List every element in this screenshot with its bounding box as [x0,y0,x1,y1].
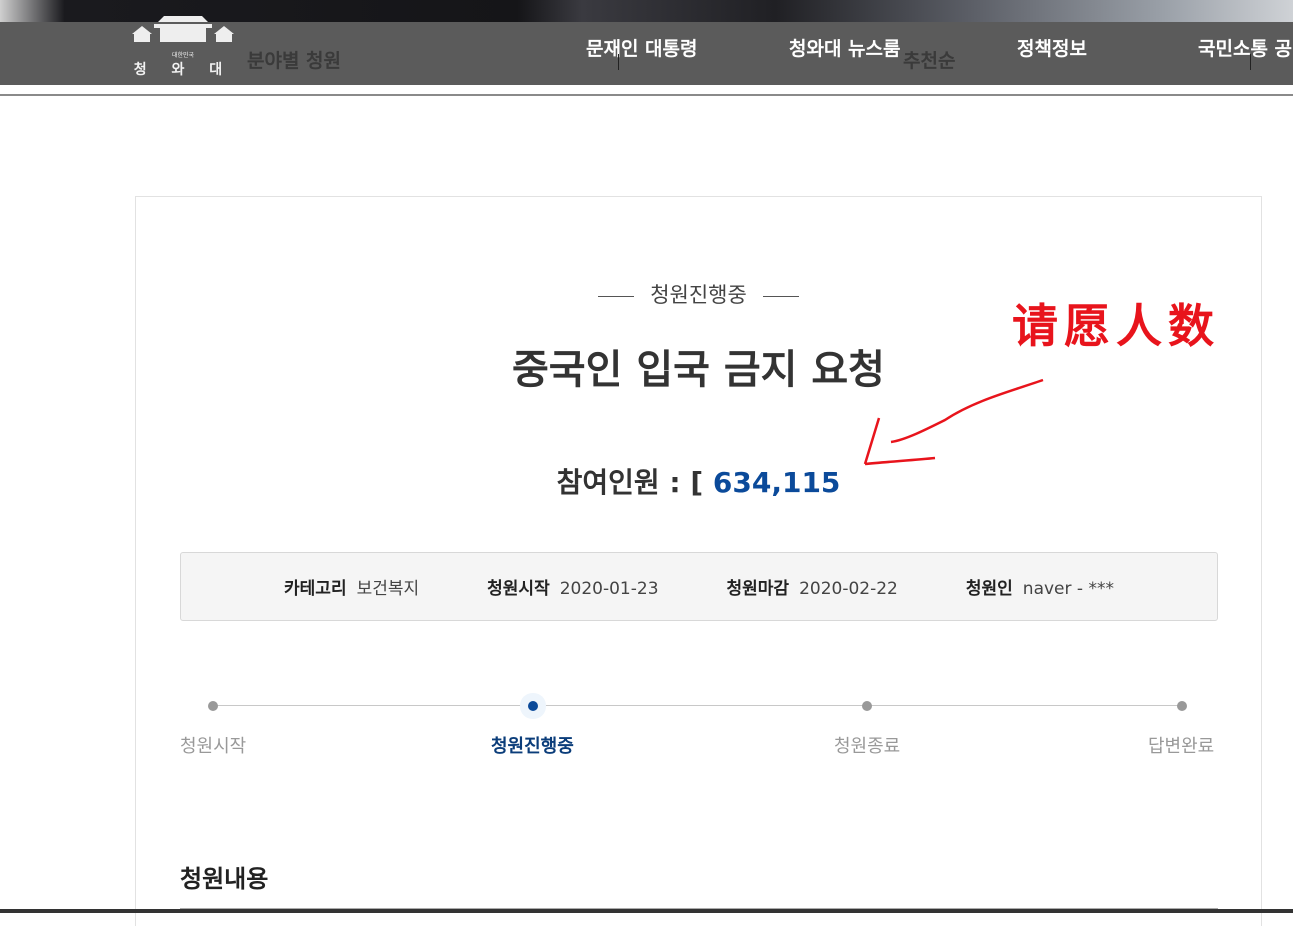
info-value: 2020-02-22 [799,579,898,599]
progress-track [213,705,1184,706]
divider [618,54,619,70]
step-dot-active [528,701,538,711]
info-value: 2020-01-23 [559,579,659,599]
annotation-arrow-icon [863,378,1044,466]
info-petitioner: 청원인 naver - *** [966,574,1114,599]
info-category: 카테고리 보건복지 [284,574,419,599]
info-value: naver - *** [1022,579,1114,599]
step-label: 청원시작 [180,736,247,757]
petition-info-box: 카테고리 보건복지 청원시작 2020-01-23 청원마감 2020-02-22 청… [180,552,1218,621]
info-end: 청원마감 2020-02-22 [727,574,898,599]
info-label: 청원시작 [487,579,550,599]
step-dot [862,701,872,711]
menu-newsroom[interactable]: 청와대 뉴스룸 [789,34,901,61]
info-label: 카테고리 [284,579,347,599]
content-heading: 청원내용 [180,865,269,893]
progress-steps: 청원시작 청원진행중 청원종료 답변완료 [180,697,1218,767]
step-dot [208,701,218,711]
subnav-sort[interactable]: 추천순 [903,46,955,73]
step-label: 답변완료 [1148,736,1215,757]
annotation-text: 请愿人数 [1012,299,1220,353]
menu-policy[interactable]: 정책정보 [1017,34,1087,61]
bottom-bar [0,909,1293,913]
step-label-active: 청원진행중 [491,736,574,757]
menu-president[interactable]: 문재인 대통령 [586,34,698,61]
cheongwadae-logo[interactable]: 대한민국 청 와 대 [124,14,242,78]
info-start: 청원시작 2020-01-23 [487,574,658,599]
count-label: 참여인원 : [ [556,466,704,499]
info-label: 청원인 [965,579,1013,599]
info-value: 보건복지 [356,579,420,599]
divider [1250,54,1251,70]
logo-name: 청 와 대 [133,62,233,78]
step-label: 청원종료 [834,736,901,757]
step-dot [1177,701,1187,711]
logo-small-text: 대한민국 [171,52,195,59]
info-label: 청원마감 [726,579,790,599]
participant-count: 참여인원 : [ 634,115 [136,461,1261,501]
subnav-category[interactable]: 분야별 청원 [247,46,341,73]
divider [0,94,1293,96]
top-navigation: 대한민국 청 와 대 분야별 청원 추천순 문재인 대통령 청와대 뉴스룸 정책… [0,16,1293,85]
palace-roof-icon [132,16,234,42]
count-value: 634,115 [712,466,841,499]
menu-communication[interactable]: 국민소통 공 [1198,34,1292,61]
